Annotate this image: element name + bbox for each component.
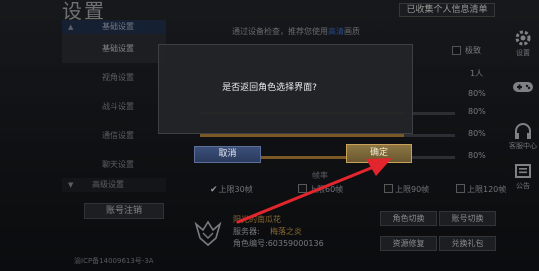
dialog-message: 是否返回角色选择界面? <box>222 83 317 93</box>
cancel-button[interactable]: 取消 <box>194 146 261 163</box>
confirm-button[interactable]: 确定 <box>346 144 412 163</box>
modal-overlay <box>0 0 539 271</box>
